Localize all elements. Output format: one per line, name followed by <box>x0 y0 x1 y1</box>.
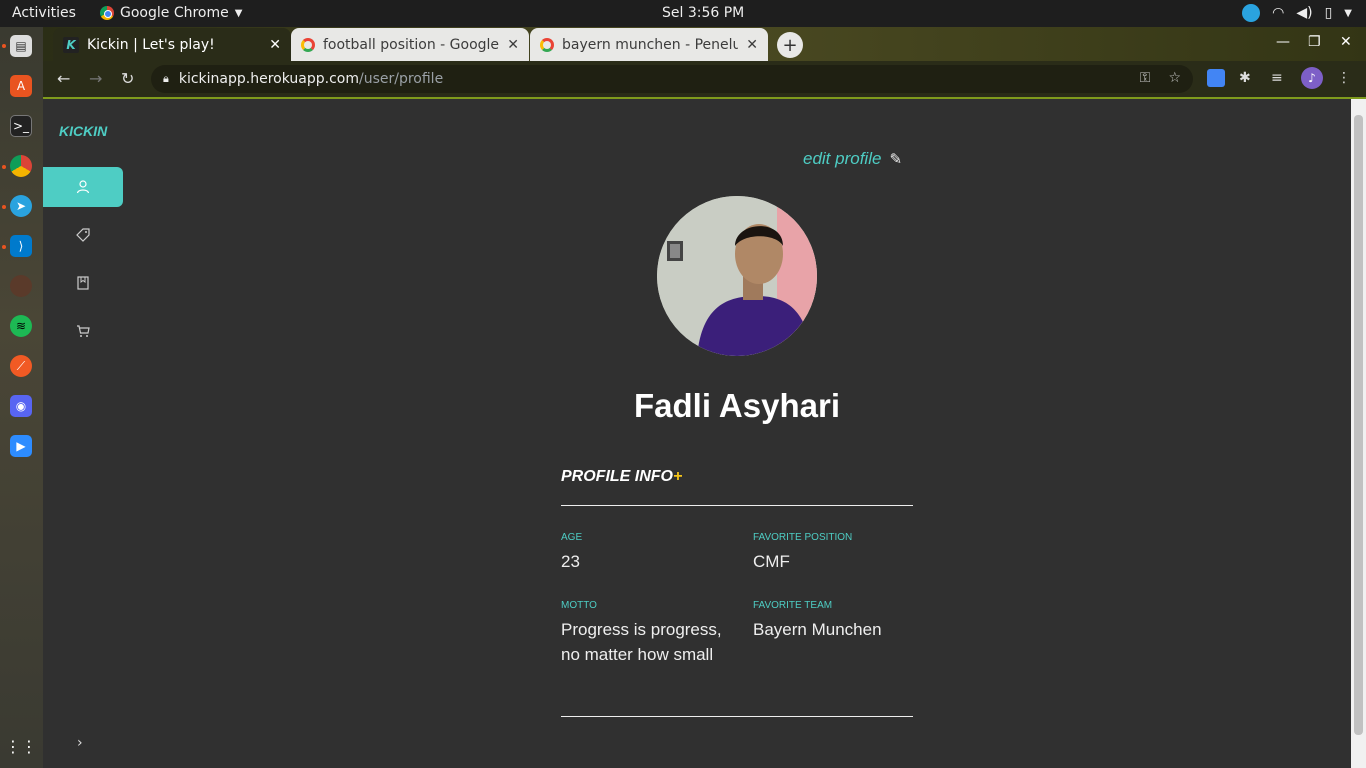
tab-bayern-munchen[interactable]: bayern munchen - Penelu ✕ <box>530 28 768 61</box>
favorite-position-value: CMF <box>753 552 790 571</box>
chrome-dock-icon[interactable] <box>10 155 32 177</box>
favorite-team-value: Bayern Munchen <box>753 620 882 639</box>
tab-strip: K Kickin | Let's play! ✕ football positi… <box>43 27 1366 61</box>
nav-tags[interactable] <box>43 215 123 255</box>
app-menu[interactable]: Google Chrome ▼ <box>100 5 242 21</box>
divider <box>561 505 913 506</box>
postman-icon[interactable]: ⟋ <box>10 355 32 377</box>
side-navigation: KICKIN › <box>43 99 123 768</box>
nav-cart[interactable] <box>43 311 123 351</box>
page-scrollbar[interactable] <box>1351 99 1366 768</box>
system-top-bar: Activities Google Chrome ▼ Sel 3:56 PM ◠… <box>0 0 1366 27</box>
chrome-icon <box>100 6 114 20</box>
media-control-icon[interactable]: ≡ <box>1271 70 1283 86</box>
url-host: kickinapp.herokuapp.com <box>178 71 359 87</box>
motto-value: Progress is progress, no matter how smal… <box>561 620 722 664</box>
pencil-icon: ✎ <box>889 151 903 168</box>
expand-sidebar-icon[interactable]: › <box>77 735 83 751</box>
terminal-icon[interactable]: >_ <box>10 115 32 137</box>
clock[interactable]: Sel 3:56 PM <box>662 5 744 21</box>
volume-icon[interactable]: ◀) <box>1296 5 1312 21</box>
running-indicator <box>2 165 6 169</box>
forward-icon[interactable]: → <box>89 69 102 88</box>
vscode-icon[interactable]: ⟩ <box>10 235 32 257</box>
telegram-tray-icon[interactable] <box>1242 4 1261 22</box>
system-tray[interactable]: ◠ ◀) ▯ ▼ <box>1242 4 1352 22</box>
nav-bookings[interactable] <box>43 263 123 303</box>
brand-logo[interactable]: KICKIN <box>59 123 107 139</box>
profile-avatar <box>657 196 817 356</box>
google-favicon <box>301 37 315 52</box>
back-icon[interactable]: ← <box>57 69 70 88</box>
chevron-down-icon[interactable]: ▼ <box>1344 8 1352 19</box>
profile-info-heading: PROFILE INFO+ <box>561 468 682 486</box>
discord-icon[interactable]: ◉ <box>10 395 32 417</box>
battery-icon[interactable]: ▯ <box>1325 5 1333 21</box>
close-icon[interactable]: ✕ <box>507 37 519 53</box>
divider <box>561 716 913 717</box>
tab-title: bayern munchen - Penelu <box>562 36 739 53</box>
url-path: /user/profile <box>358 71 444 87</box>
info-title-text: PROFILE INFO <box>561 468 673 485</box>
user-icon <box>76 180 90 194</box>
running-indicator <box>2 44 6 48</box>
age-label: AGE <box>561 532 583 543</box>
reload-icon[interactable]: ↻ <box>121 69 134 88</box>
tag-icon <box>76 228 90 242</box>
close-icon[interactable]: ✕ <box>746 37 758 53</box>
address-bar[interactable]: 🔒︎ kickinapp.herokuapp.com/user/profile … <box>151 65 1193 93</box>
nav-profile[interactable] <box>43 167 123 207</box>
activities-button[interactable]: Activities <box>12 5 76 21</box>
web-page: KICKIN › edit profile ✎ Fadli Asyhari PR… <box>43 99 1351 768</box>
spotify-icon[interactable]: ≋ <box>10 315 32 337</box>
minimize-icon[interactable]: — <box>1276 34 1290 50</box>
info-plus-mark: + <box>673 468 683 485</box>
extensions-icon[interactable]: ✱ <box>1239 70 1251 86</box>
tab-kickin[interactable]: K Kickin | Let's play! ✕ <box>53 28 291 61</box>
telegram-icon[interactable]: ➤ <box>10 195 32 217</box>
browser-window: K Kickin | Let's play! ✕ football positi… <box>43 27 1366 768</box>
edit-profile-link[interactable]: edit profile ✎ <box>803 149 902 169</box>
edit-profile-label: edit profile <box>803 149 882 168</box>
dock: ▤ A >_ ➤ ⟩ ≋ ⟋ ◉ ▶ ⋮⋮ <box>0 27 43 768</box>
google-favicon <box>540 37 554 52</box>
tab-title: football position - Google <box>323 36 500 53</box>
lock-icon[interactable]: 🔒︎ <box>163 72 169 86</box>
tab-title: Kickin | Let's play! <box>87 36 215 53</box>
software-center-icon[interactable]: A <box>10 75 32 97</box>
bookmark-icon <box>77 276 89 290</box>
star-icon[interactable]: ☆ <box>1168 70 1181 86</box>
profile-photo <box>657 196 817 356</box>
running-indicator <box>2 245 6 249</box>
favorite-team-label: FAVORITE TEAM <box>753 600 833 611</box>
cart-icon <box>77 325 90 337</box>
files-icon[interactable]: ▤ <box>10 35 32 57</box>
profile-name: Fadli Asyhari <box>633 387 840 424</box>
show-apps-icon[interactable]: ⋮⋮ <box>5 735 37 757</box>
tab-football-position[interactable]: football position - Google ✕ <box>291 28 529 61</box>
scrollbar-thumb[interactable] <box>1354 115 1363 735</box>
browser-toolbar: ← → ↻ 🔒︎ kickinapp.herokuapp.com/user/pr… <box>43 61 1366 97</box>
profile-avatar-icon[interactable]: ♪ <box>1301 67 1323 89</box>
menu-icon[interactable]: ⋮ <box>1337 70 1351 86</box>
new-tab-button[interactable]: + <box>777 32 803 58</box>
gimp-icon[interactable] <box>10 275 32 297</box>
running-indicator <box>2 205 6 209</box>
zoom-icon[interactable]: ▶ <box>10 435 32 457</box>
translate-extension-icon[interactable] <box>1207 69 1225 87</box>
motto-label: MOTTO <box>561 600 597 611</box>
maximize-icon[interactable]: ❐ <box>1308 34 1321 50</box>
chevron-down-icon: ▼ <box>234 7 243 19</box>
favorite-position-label: FAVORITE POSITION <box>753 532 853 543</box>
app-name: Google Chrome <box>120 5 229 21</box>
close-window-icon[interactable]: ✕ <box>1340 34 1352 50</box>
close-icon[interactable]: ✕ <box>269 37 281 53</box>
key-icon[interactable]: ⚿ <box>1140 70 1151 86</box>
wifi-icon[interactable]: ◠ <box>1272 5 1284 21</box>
age-value: 23 <box>561 552 580 571</box>
kickin-favicon: K <box>63 36 79 53</box>
